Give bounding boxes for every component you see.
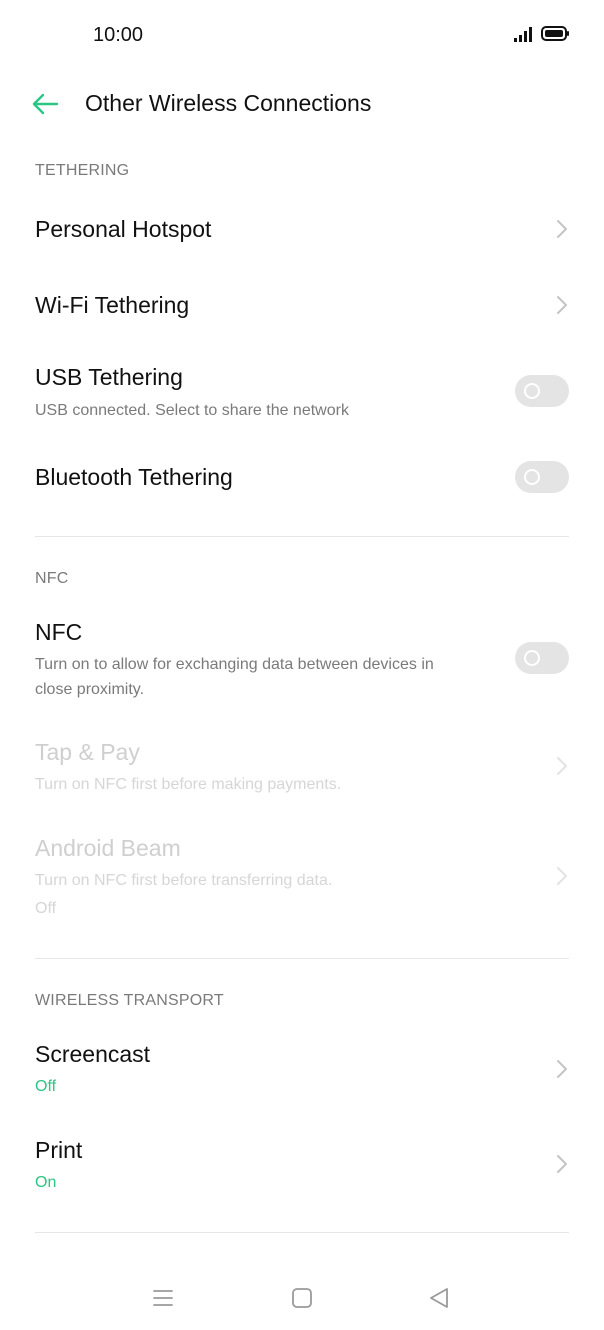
back-arrow-icon[interactable]: [31, 92, 59, 116]
chevron-right-icon: [557, 1060, 567, 1078]
divider: [35, 1232, 569, 1233]
chevron-right-icon: [557, 220, 567, 238]
android-beam-title: Android Beam: [35, 835, 181, 861]
nfc-toggle[interactable]: [515, 642, 569, 674]
battery-icon: [541, 26, 569, 41]
bluetooth-tethering-toggle[interactable]: [515, 461, 569, 493]
nfc-title: NFC: [35, 619, 83, 645]
toggle-knob: [524, 383, 540, 399]
bluetooth-tethering-title: Bluetooth Tethering: [35, 464, 233, 490]
screencast-status: Off: [35, 1078, 57, 1095]
section-label-wireless-transport: WIRELESS TRANSPORT: [35, 992, 224, 1009]
page-title: Other Wireless Connections: [85, 90, 372, 116]
usb-tethering-subtitle: USB connected. Select to share the netwo…: [35, 402, 349, 419]
tap-and-pay-subtitle: Turn on NFC first before making payments…: [35, 776, 342, 793]
nfc-subtitle-line2: close proximity.: [35, 681, 145, 698]
wifi-tethering-title: Wi-Fi Tethering: [35, 292, 190, 318]
divider: [35, 958, 569, 959]
section-label-nfc: NFC: [35, 570, 69, 587]
tap-and-pay-title: Tap & Pay: [35, 739, 140, 765]
print-status: On: [35, 1174, 57, 1191]
print-row[interactable]: [0, 1128, 604, 1204]
back-triangle-icon[interactable]: [426, 1285, 452, 1311]
toggle-knob: [524, 469, 540, 485]
print-title: Print: [35, 1137, 83, 1163]
personal-hotspot-title: Personal Hotspot: [35, 216, 212, 242]
toggle-knob: [524, 650, 540, 666]
section-label-tethering: TETHERING: [35, 162, 130, 179]
screencast-title: Screencast: [35, 1041, 151, 1067]
chevron-right-icon: [557, 757, 567, 775]
nfc-subtitle-line1: Turn on to allow for exchanging data bet…: [35, 656, 434, 673]
chevron-right-icon: [557, 296, 567, 314]
menu-icon[interactable]: [150, 1285, 176, 1311]
chevron-right-icon: [557, 867, 567, 885]
signal-icon: [514, 27, 532, 42]
chevron-right-icon: [557, 1155, 567, 1173]
home-icon[interactable]: [289, 1285, 315, 1311]
status-time: 10:00: [93, 24, 144, 46]
divider: [35, 536, 569, 537]
android-beam-status: Off: [35, 900, 57, 917]
usb-tethering-title: USB Tethering: [35, 364, 183, 390]
android-beam-subtitle: Turn on NFC first before transferring da…: [35, 872, 333, 889]
usb-tethering-toggle[interactable]: [515, 375, 569, 407]
